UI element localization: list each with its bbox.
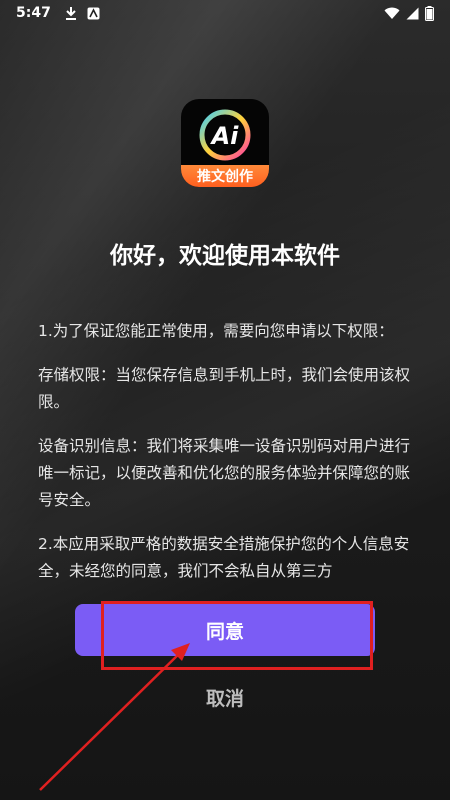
- status-notifications: [65, 6, 100, 20]
- signal-icon: [406, 7, 419, 19]
- status-bar: 5:47: [0, 0, 450, 26]
- privacy-paragraph: 存储权限：当您保存信息到手机上时，我们会使用该权限。: [38, 366, 411, 411]
- privacy-paragraph: 设备识别信息：我们将采集唯一设备识别码对用户进行唯一标记，以便改善和优化您的服务…: [38, 437, 411, 509]
- battery-icon: [425, 5, 434, 21]
- wifi-icon: [384, 7, 400, 19]
- cancel-button[interactable]: 取消: [175, 681, 275, 713]
- logo-mark-text: Ai: [210, 122, 240, 150]
- ai-logo-icon: Ai: [199, 109, 251, 161]
- dialog-title: 你好，欢迎使用本软件: [110, 243, 340, 269]
- status-time: 5:47: [16, 5, 51, 21]
- privacy-text[interactable]: 1.为了保证您能正常使用，需要向您申请以下权限： 存储权限：当您保存信息到手机上…: [38, 318, 416, 603]
- privacy-paragraph: 1.为了保证您能正常使用，需要向您申请以下权限：: [38, 322, 394, 340]
- agree-button[interactable]: 同意: [75, 604, 375, 656]
- download-icon: [65, 7, 76, 20]
- status-system-icons: [384, 5, 434, 21]
- app-logo: Ai 推文创作: [181, 99, 269, 187]
- logo-banner: 推文创作: [181, 165, 269, 187]
- app-notification-icon: [87, 7, 100, 19]
- privacy-paragraph: 2.本应用采取严格的数据安全措施保护您的个人信息安全，未经您的同意，我们不会私自…: [38, 535, 410, 580]
